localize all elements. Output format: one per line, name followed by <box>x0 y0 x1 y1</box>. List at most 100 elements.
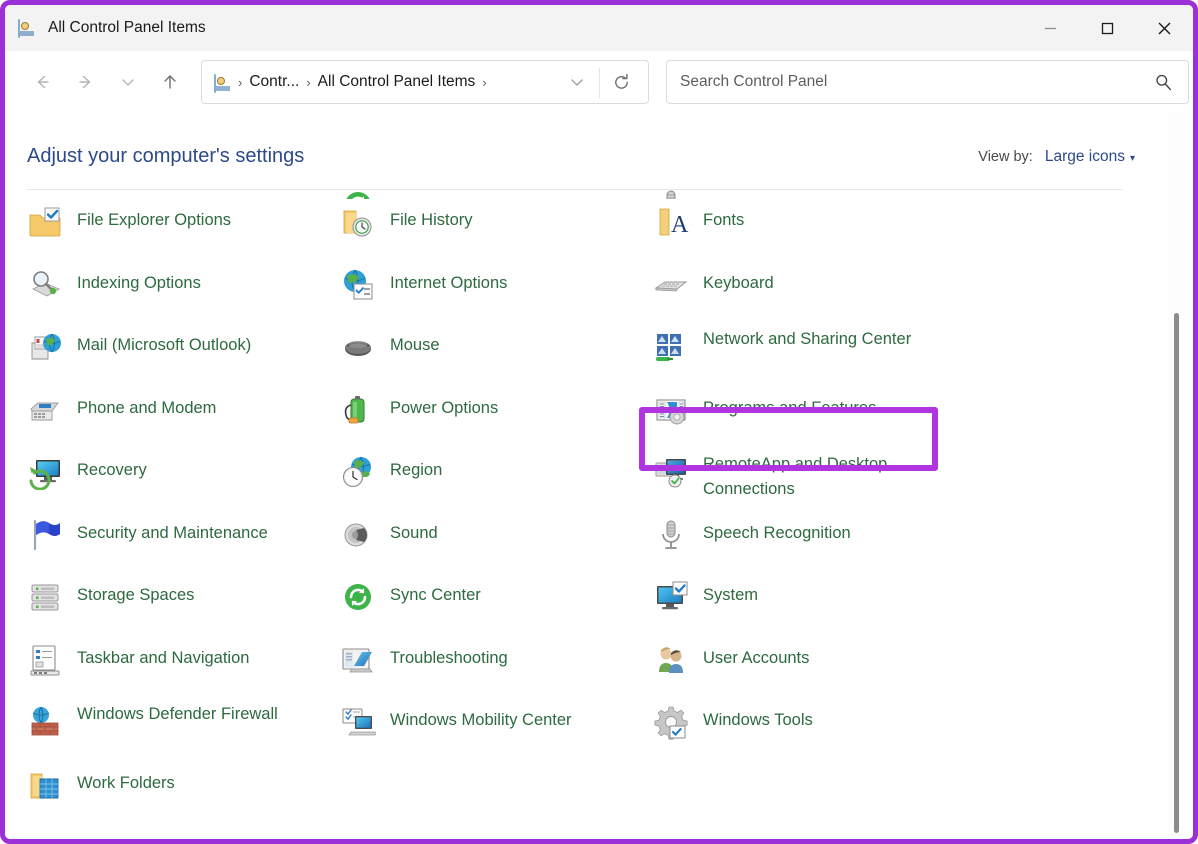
back-button[interactable] <box>23 63 61 101</box>
control-panel-item-keyboard[interactable]: Keyboard <box>653 262 973 325</box>
control-panel-item-label: Security and Maintenance <box>77 523 268 542</box>
control-panel-item-security-and-maintenance[interactable]: Security and Maintenance <box>27 512 340 575</box>
refresh-icon[interactable] <box>602 61 640 103</box>
remoteapp-icon <box>653 454 689 490</box>
minimize-button[interactable] <box>1022 5 1079 51</box>
grid-empty-cell <box>340 762 653 825</box>
control-panel-item-label: Sync Center <box>390 586 481 604</box>
control-panel-item-network-and-sharing-center[interactable]: Network and Sharing Center <box>653 324 973 387</box>
control-panel-content: Adjust your computer's settings View by:… <box>5 113 1193 839</box>
view-by-control: View by: Large icons ▾ <box>978 148 1135 166</box>
control-panel-item-clipped[interactable] <box>653 175 973 199</box>
battery-plug-icon <box>340 392 376 428</box>
control-panel-item-label: Recovery <box>77 461 147 479</box>
control-panel-item-file-history[interactable]: File History <box>340 199 653 262</box>
address-bar[interactable]: › Contr... › All Control Panel Items › <box>201 60 649 104</box>
control-panel-item-windows-tools[interactable]: Windows Tools <box>653 699 973 762</box>
fax-phone-icon <box>27 392 63 428</box>
control-panel-items-grid: File Explorer Options File History A Fonts I… <box>27 175 1112 824</box>
microphone-icon <box>653 517 689 553</box>
mail-globe-icon <box>27 329 63 365</box>
control-panel-item-internet-options[interactable]: Internet Options <box>340 262 653 325</box>
control-panel-item-label: Indexing Options <box>77 273 201 292</box>
control-panel-item-work-folders[interactable]: Work Folders <box>27 762 340 825</box>
control-panel-item-system[interactable]: System <box>653 574 973 637</box>
control-panel-item-label: Windows Defender Firewall <box>77 705 278 723</box>
control-panel-item-label: Power Options <box>390 398 499 417</box>
search-icon[interactable] <box>1148 61 1178 103</box>
work-folders-icon <box>27 767 63 803</box>
users-icon <box>653 642 689 678</box>
control-panel-item-taskbar-and-navigation[interactable]: Taskbar and Navigation <box>27 637 340 700</box>
control-panel-item-sync-center[interactable]: Sync Center <box>340 574 653 637</box>
breadcrumb-item-control-panel[interactable]: Contr... <box>249 73 299 91</box>
control-panel-item-user-accounts[interactable]: User Accounts <box>653 637 973 700</box>
magnifier-index-icon <box>27 267 63 303</box>
control-panel-item-label: Work Folders <box>77 773 175 792</box>
search-input[interactable] <box>680 73 1120 91</box>
globe-checklist-icon <box>340 267 376 303</box>
control-panel-item-power-options[interactable]: Power Options <box>340 387 653 450</box>
recent-locations-button[interactable] <box>109 63 147 101</box>
monitor-check-icon <box>653 579 689 615</box>
sync-partial-icon <box>340 187 376 199</box>
chevron-down-icon[interactable] <box>562 61 592 103</box>
control-panel-item-troubleshooting[interactable]: Troubleshooting <box>340 637 653 700</box>
search-box[interactable] <box>666 60 1189 104</box>
control-panel-item-windows-mobility-center[interactable]: Windows Mobility Center <box>340 699 653 762</box>
close-button[interactable] <box>1136 5 1193 51</box>
speaker-icon <box>340 517 376 553</box>
breadcrumb-item-all-items[interactable]: All Control Panel Items <box>318 73 476 91</box>
breadcrumb-separator: › <box>306 74 311 90</box>
blue-flag-icon <box>27 517 63 553</box>
grid-empty-cell <box>653 762 973 825</box>
breadcrumb-separator: › <box>238 74 243 90</box>
address-divider <box>599 68 600 98</box>
control-panel-item-label: Windows Tools <box>703 711 813 729</box>
breadcrumb-separator-trailing[interactable]: › <box>482 75 486 90</box>
view-by-dropdown[interactable]: Large icons ▾ <box>1045 148 1135 166</box>
control-panel-item-remoteapp-and-desktop-connections[interactable]: RemoteApp and Desktop Connections <box>653 449 973 512</box>
control-panel-item-clipped[interactable] <box>27 175 340 199</box>
control-panel-item-mouse[interactable]: Mouse <box>340 324 653 387</box>
control-panel-item-label: Programs and Features <box>703 398 877 417</box>
speech-partial-icon <box>653 187 689 199</box>
keyboard-partial-icon <box>27 187 63 199</box>
folder-check-icon <box>27 204 63 240</box>
control-panel-item-label: Network and Sharing Center <box>703 330 912 348</box>
control-panel-item-label: Phone and Modem <box>77 398 217 417</box>
control-panel-item-speech-recognition[interactable]: Speech Recognition <box>653 512 973 575</box>
control-panel-item-fonts[interactable]: A Fonts <box>653 199 973 262</box>
control-panel-item-label: Troubleshooting <box>390 648 508 667</box>
control-panel-item-region[interactable]: Region <box>340 449 653 512</box>
control-panel-item-programs-and-features[interactable]: Programs and Features <box>653 387 973 450</box>
control-panel-item-label: Region <box>390 461 443 479</box>
svg-text:A: A <box>671 212 689 238</box>
control-panel-item-label: File History <box>390 211 473 229</box>
control-panel-item-label: Sound <box>390 523 438 542</box>
control-panel-item-label: Internet Options <box>390 273 508 292</box>
firewall-brick-icon <box>27 704 63 740</box>
control-panel-item-indexing-options[interactable]: Indexing Options <box>27 262 340 325</box>
control-panel-item-label: Mail (Microsoft Outlook) <box>77 336 252 354</box>
control-panel-item-phone-and-modem[interactable]: Phone and Modem <box>27 387 340 450</box>
control-panel-item-recovery[interactable]: Recovery <box>27 449 340 512</box>
window-title: All Control Panel Items <box>48 19 206 36</box>
control-panel-item-sound[interactable]: Sound <box>340 512 653 575</box>
control-panel-item-clipped[interactable] <box>340 175 653 199</box>
up-button[interactable] <box>151 63 189 101</box>
control-panel-item-label: Mouse <box>390 336 440 354</box>
control-panel-item-label: Keyboard <box>703 273 774 292</box>
control-panel-item-mail-microsoft-outlook[interactable]: Mail (Microsoft Outlook) <box>27 324 340 387</box>
programs-features-icon <box>653 392 689 428</box>
control-panel-item-storage-spaces[interactable]: Storage Spaces <box>27 574 340 637</box>
control-panel-item-file-explorer-options[interactable]: File Explorer Options <box>27 199 340 262</box>
maximize-button[interactable] <box>1079 5 1136 51</box>
forward-button[interactable] <box>67 63 105 101</box>
control-panel-item-windows-defender-firewall[interactable]: Windows Defender Firewall <box>27 699 340 762</box>
scrollbar-thumb[interactable] <box>1174 313 1179 833</box>
control-panel-item-label: Taskbar and Navigation <box>77 648 250 667</box>
control-panel-window: All Control Panel Items › Contr... › All… <box>0 0 1198 844</box>
control-panel-item-label: File Explorer Options <box>77 211 232 229</box>
folder-clock-icon <box>340 204 376 240</box>
